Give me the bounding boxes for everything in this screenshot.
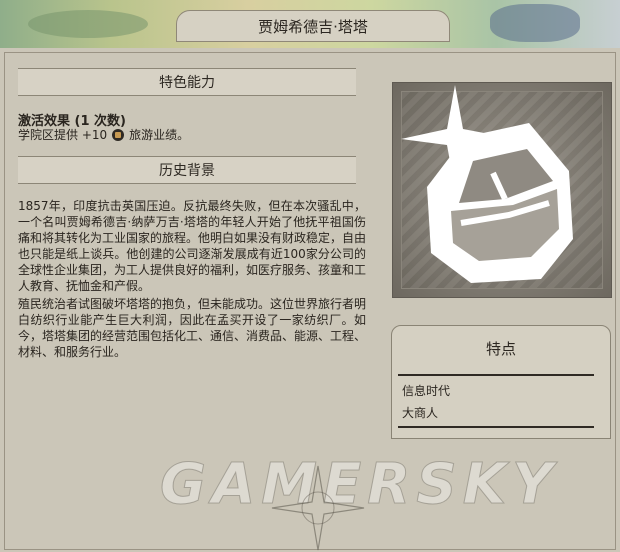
ability-description: 学院区提供 +10 旅游业绩。 xyxy=(18,126,189,143)
history-section-header: 历史背景 xyxy=(18,156,356,184)
traits-divider xyxy=(398,374,594,376)
trait-item: 信息时代 xyxy=(402,384,451,398)
great-person-name: 贾姆希德吉·塔塔 xyxy=(258,17,368,36)
history-paragraph-2: 殖民统治者试图破坏塔塔的抱负，但未能成功。这位世界旅行者明白纺织行业能产生巨大利… xyxy=(18,297,367,359)
great-person-gem-icon xyxy=(401,85,573,283)
watermark: GAMERSKY xyxy=(160,452,559,518)
ability-section-title: 特色能力 xyxy=(159,75,215,91)
trait-item: 大商人 xyxy=(402,406,439,420)
history-paragraph-1: 1857年，印度抗击英国压迫。反抗最终失败，但在本次骚乱中，一个名叫贾姆希德吉·… xyxy=(18,199,367,293)
ability-section-header: 特色能力 xyxy=(18,68,356,96)
ability-desc-prefix: 学院区提供 +10 xyxy=(18,128,108,142)
great-person-portrait xyxy=(392,82,612,298)
traits-box: 特点 信息时代 大商人 xyxy=(391,325,611,439)
traits-divider xyxy=(398,426,594,428)
traits-title: 特点 xyxy=(485,340,516,358)
page-title: 贾姆希德吉·塔塔 xyxy=(176,10,450,42)
history-section-title: 历史背景 xyxy=(159,163,215,179)
tourism-icon xyxy=(112,128,125,141)
ability-desc-suffix: 旅游业绩。 xyxy=(129,128,190,142)
compass-rose-icon xyxy=(271,465,365,551)
